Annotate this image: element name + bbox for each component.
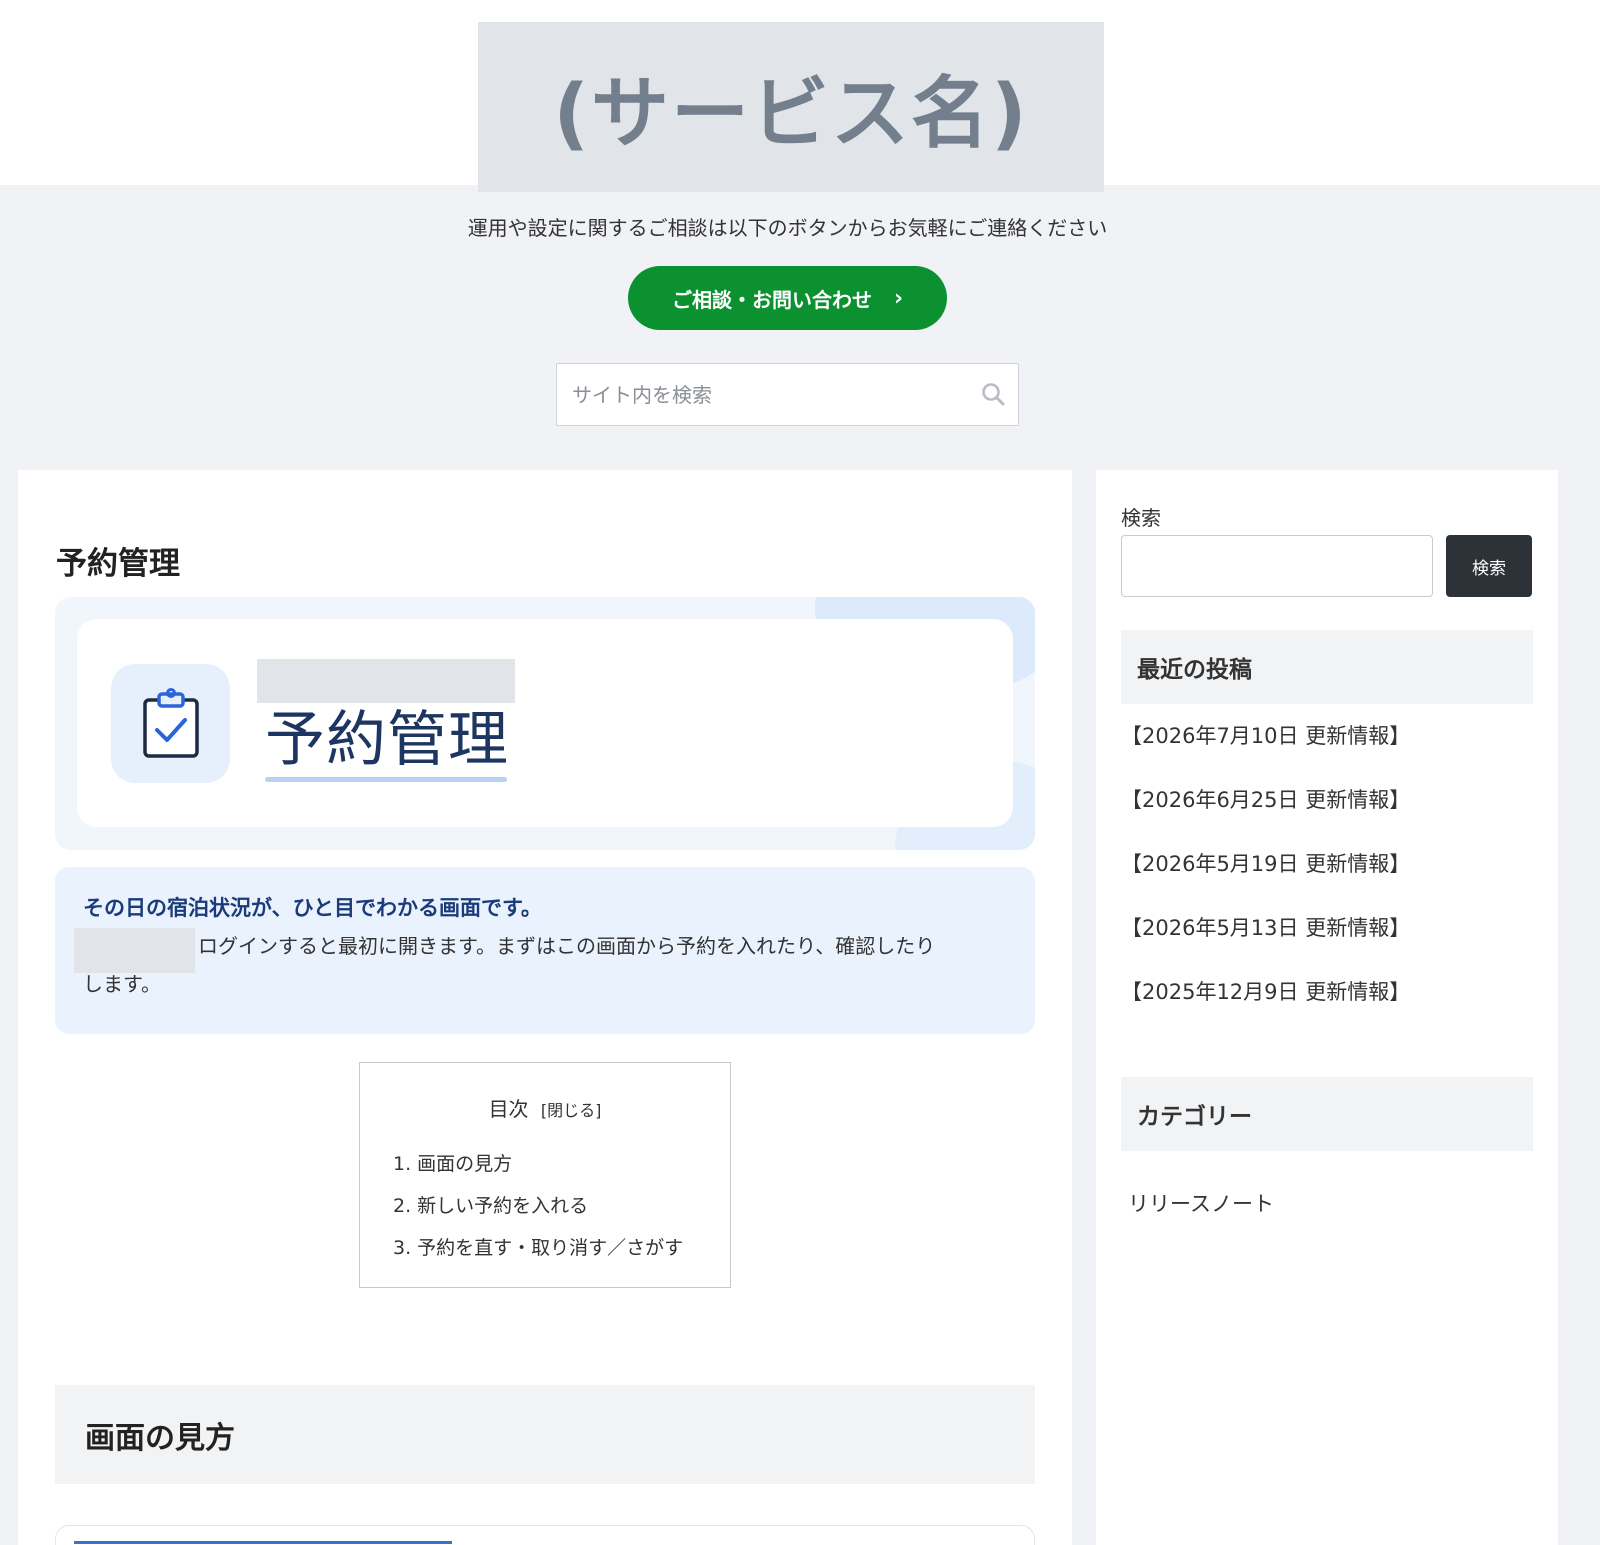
lead-heading: その日の宿泊状況が、ひと目でわかる画面です。: [83, 896, 542, 920]
toc-title: 目次: [488, 1097, 529, 1121]
table-of-contents: 目次 [閉じる] 1. 画面の見方 2. 新しい予約を入れる 3. 予約を直す・…: [359, 1062, 731, 1288]
lead-box: その日の宿泊状況が、ひと目でわかる画面です。 ログインすると最初に開きます。まず…: [55, 867, 1035, 1034]
toc-list: 1. 画面の見方 2. 新しい予約を入れる 3. 予約を直す・取り消す／さがす: [393, 1149, 683, 1275]
lead-body: ログインすると最初に開きます。まずはこの画面から予約を入れたり、確認したり しま…: [83, 925, 1007, 1005]
lead-body-line: ログインすると最初に開きます。まずはこの画面から予約を入れたり、確認したり: [198, 934, 936, 958]
redacted-block: [74, 928, 195, 973]
site-logo-text: (サービス名): [553, 69, 1029, 159]
active-tab-indicator[interactable]: [74, 1541, 452, 1544]
toc-header: 目次 [閉じる]: [360, 1093, 730, 1122]
toc-item[interactable]: 3. 予約を直す・取り消す／さがす: [393, 1233, 683, 1275]
contact-button[interactable]: ご相談・お問い合わせ ›: [628, 266, 947, 330]
contact-note: 運用や設定に関するご相談は以下のボタンからお気軽にご連絡ください: [467, 216, 1108, 240]
category-link[interactable]: リリースノート: [1128, 1188, 1274, 1218]
toc-item[interactable]: 2. 新しい予約を入れる: [393, 1191, 683, 1233]
contact-button-label: ご相談・お問い合わせ: [671, 287, 872, 312]
sidebar: 検索 検索 最近の投稿 【2026年7月10日 更新情報】 【2026年6月25…: [1096, 470, 1558, 1545]
sidebar-search-button[interactable]: 検索: [1446, 535, 1532, 597]
site-search: [556, 363, 1019, 426]
toc-item[interactable]: 1. 画面の見方: [393, 1149, 683, 1191]
recent-post-link[interactable]: 【2026年5月19日 更新情報】: [1121, 848, 1410, 912]
recent-post-link[interactable]: 【2026年7月10日 更新情報】: [1121, 720, 1410, 784]
sidebar-search-input[interactable]: [1121, 535, 1433, 597]
search-icon[interactable]: [980, 381, 1006, 411]
section-heading: 画面の見方: [55, 1385, 1035, 1484]
site-logo[interactable]: (サービス名): [478, 22, 1104, 192]
main-content: 予約管理 予約管理 その日の宿泊状況が、ひと目でわかる画面です。 ログインすると…: [18, 470, 1072, 1545]
recent-posts-heading: 最近の投稿: [1121, 630, 1533, 704]
recent-posts-list: 【2026年7月10日 更新情報】 【2026年6月25日 更新情報】 【202…: [1121, 720, 1410, 1040]
hero-title: 予約管理: [265, 705, 509, 775]
chevron-right-icon: ›: [893, 285, 904, 311]
hero-card: 予約管理: [77, 619, 1013, 827]
hero-underline: [265, 777, 507, 782]
sidebar-search-label: 検索: [1121, 506, 1161, 530]
recent-post-link[interactable]: 【2026年6月25日 更新情報】: [1121, 784, 1410, 848]
categories-heading: カテゴリー: [1121, 1077, 1533, 1151]
recent-post-link[interactable]: 【2026年5月13日 更新情報】: [1121, 912, 1410, 976]
recent-post-link[interactable]: 【2025年12月9日 更新情報】: [1121, 976, 1410, 1040]
page-title: 予約管理: [56, 546, 180, 582]
site-search-input[interactable]: [557, 364, 1018, 425]
lead-body-line: します。: [83, 972, 161, 996]
toc-toggle-link[interactable]: [閉じる]: [541, 1101, 602, 1120]
tab-panel: [55, 1525, 1035, 1545]
site-header: (サービス名): [0, 0, 1600, 192]
hero-banner: 予約管理: [55, 597, 1035, 850]
clipboard-check-icon: [111, 664, 230, 783]
